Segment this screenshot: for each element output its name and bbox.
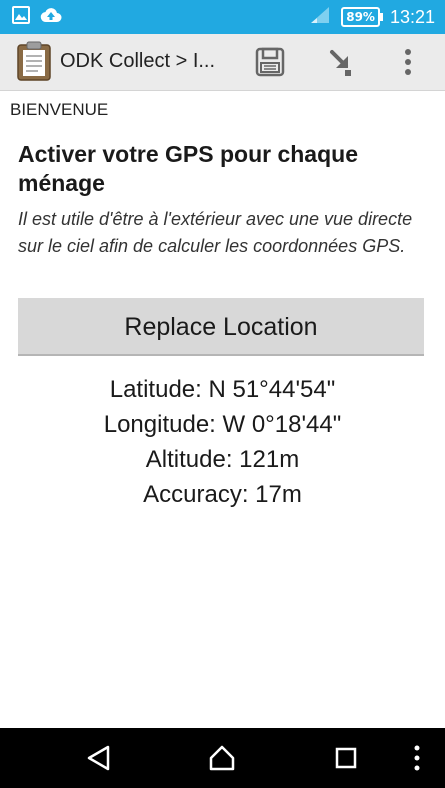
navigation-bar: [0, 728, 445, 788]
replace-location-button[interactable]: Replace Location: [18, 298, 424, 356]
signal-strength-icon: [309, 5, 331, 29]
cloud-upload-icon: [40, 6, 62, 28]
longitude-text: Longitude: W 0°18'44": [103, 411, 342, 438]
altitude-text: Altitude: 121m: [145, 446, 300, 473]
save-icon[interactable]: [254, 46, 286, 82]
question-hint: Il est utile d'être à l'extérieur avec u…: [18, 209, 413, 256]
go-to-prompt-icon[interactable]: [326, 46, 356, 82]
accuracy-text: Accuracy: 17m: [143, 481, 302, 508]
recent-apps-icon[interactable]: [333, 744, 359, 776]
gps-readout: Latitude: N 51°44'54" Longitude: W 0°18'…: [0, 372, 445, 512]
clock: 13:21: [389, 6, 435, 27]
question-title: Activer votre GPS pour chaque ménage: [18, 141, 358, 196]
status-bar: 89% 13:21: [0, 0, 445, 34]
latitude-text: Latitude: N 51°44'54": [109, 376, 336, 403]
group-label: BIENVENUE: [10, 100, 109, 119]
odk-clipboard-icon[interactable]: [16, 41, 52, 85]
gallery-notification-icon: [12, 6, 30, 28]
nav-overflow-icon[interactable]: [412, 744, 422, 776]
battery-percent: 89%: [346, 10, 375, 24]
overflow-menu-icon[interactable]: [402, 48, 414, 80]
action-bar: ODK Collect > I...: [0, 34, 445, 91]
home-icon[interactable]: [208, 744, 236, 776]
app-title: ODK Collect > I...: [60, 50, 216, 72]
back-icon[interactable]: [86, 744, 112, 776]
battery-indicator: 89%: [341, 7, 383, 27]
